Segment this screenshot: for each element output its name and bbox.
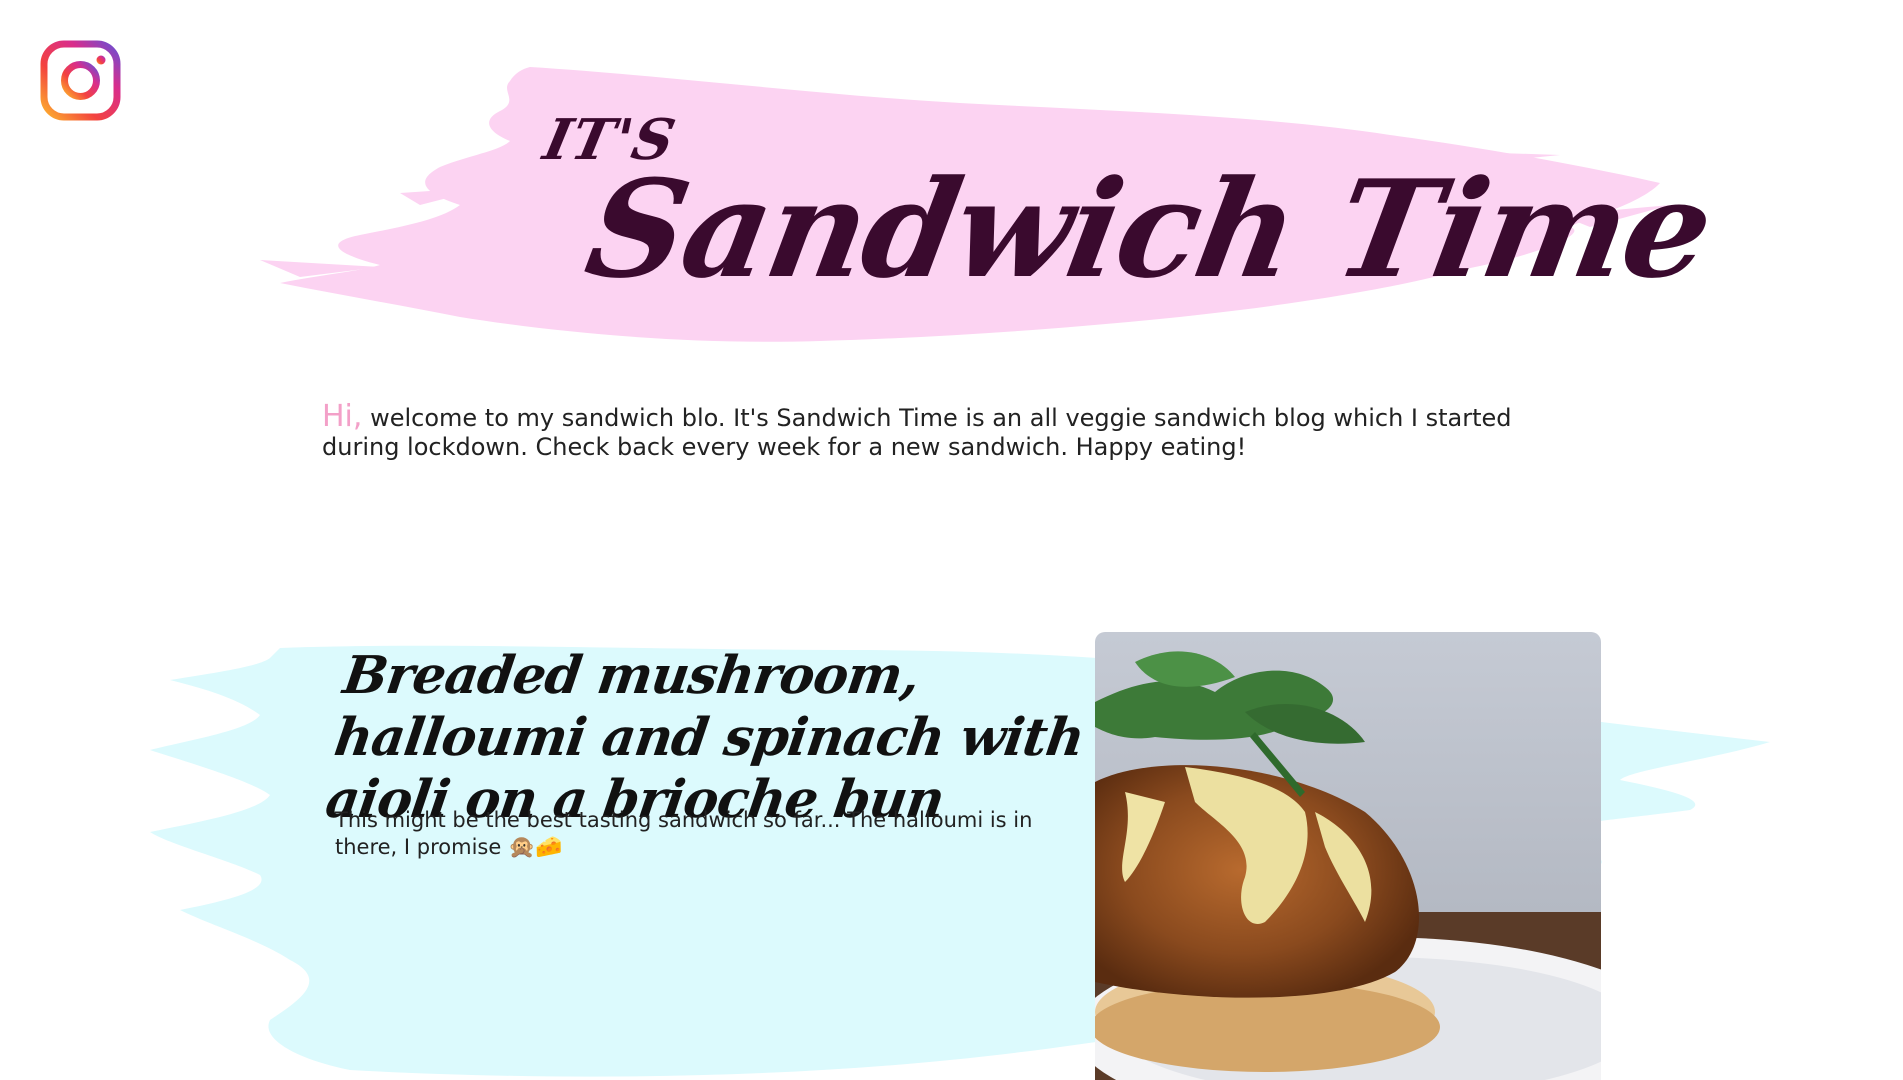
post-emojis: 🙊🧀 bbox=[507, 835, 563, 860]
sandwich-photo[interactable] bbox=[1095, 632, 1601, 1080]
page: IT'S Sandwich Time Hi, welcome to my san… bbox=[0, 0, 1903, 1080]
post-card[interactable]: Breaded mushroom, halloumi and spinach w… bbox=[150, 620, 1770, 1080]
post-description-text: This might be the best tasting sandwich … bbox=[335, 808, 1033, 859]
intro-greeting: Hi, bbox=[322, 399, 363, 434]
post-description: This might be the best tasting sandwich … bbox=[335, 807, 1055, 861]
intro-text: welcome to my sandwich blo. It's Sandwic… bbox=[322, 404, 1512, 461]
site-title[interactable]: Sandwich Time bbox=[576, 150, 1722, 308]
instagram-icon[interactable] bbox=[40, 40, 121, 121]
intro-paragraph: Hi, welcome to my sandwich blo. It's San… bbox=[322, 402, 1552, 462]
site-header: IT'S Sandwich Time bbox=[260, 55, 1722, 355]
post-title[interactable]: Breaded mushroom, halloumi and spinach w… bbox=[322, 645, 1108, 831]
